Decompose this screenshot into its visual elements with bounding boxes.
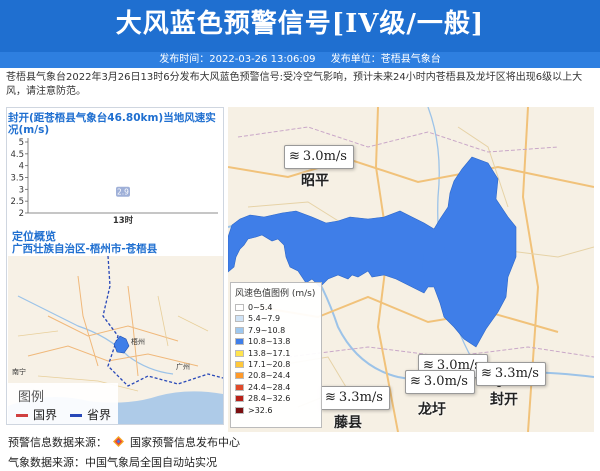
legend-range: 5.4~7.9 bbox=[248, 314, 281, 324]
legend-swatch bbox=[235, 406, 244, 414]
minimap-place-guangzhou: 广州 bbox=[176, 362, 190, 371]
y-tick-label: 4 bbox=[19, 162, 24, 172]
warning-source: 预警信息数据来源： 国家预警信息发布中心 bbox=[8, 434, 240, 450]
wind-reading-tengxian[interactable]: ≋ 3.3m/s bbox=[320, 386, 390, 410]
wind-reading-zhaoping[interactable]: ≋ 3.0m/s bbox=[284, 145, 354, 169]
wind-speed-data-label: 2.9 bbox=[117, 188, 129, 197]
wind-legend-item: 20.8~24.4 bbox=[235, 370, 317, 381]
wind-reading-fengkai[interactable]: ≋ 3.3m/s bbox=[476, 362, 546, 386]
overview-legend-title: 图例 bbox=[18, 390, 45, 405]
wind-chart-title: 封开(距苍梧县气象台46.80km)当地风速实况(m/s) bbox=[8, 112, 216, 136]
legend-swatch bbox=[235, 326, 244, 334]
y-tick-label: 2 bbox=[19, 209, 24, 219]
weather-source: 气象数据来源：中国气象局全国自动站实况 bbox=[8, 456, 217, 469]
legend-range: >32.6 bbox=[248, 405, 273, 415]
wind-legend-item: 0~5.4 bbox=[235, 302, 317, 313]
legend-swatch bbox=[235, 372, 244, 380]
wind-legend-item: 17.1~20.8 bbox=[235, 359, 317, 370]
legend-range: 24.4~28.4 bbox=[248, 382, 291, 392]
legend-range: 7.9~10.8 bbox=[248, 325, 286, 335]
warning-banner: 大风蓝色预警信号[IV级/一般] bbox=[0, 0, 600, 52]
wind-icon: ≋ bbox=[481, 366, 492, 381]
publish-time: 发布时间：2022-03-26 13:06:09 bbox=[159, 54, 316, 65]
wind-legend-item: 5.4~7.9 bbox=[235, 313, 317, 324]
province-border-label: 省界 bbox=[87, 408, 112, 422]
legend-swatch bbox=[235, 395, 244, 403]
legend-swatch bbox=[235, 349, 244, 357]
legend-range: 13.8~17.1 bbox=[248, 348, 291, 358]
wind-value-longxu: 3.0m/s bbox=[423, 374, 468, 389]
place-zhaoping: 昭平 bbox=[301, 173, 329, 189]
wind-legend-item: 24.4~28.4 bbox=[235, 382, 317, 393]
publisher: 发布单位：苍梧县气象台 bbox=[330, 54, 441, 65]
y-tick-label: 3.5 bbox=[10, 174, 24, 184]
location-path: 广西壮族自治区-梧州市-苍梧县 bbox=[12, 243, 158, 255]
y-tick-label: 3 bbox=[19, 185, 24, 195]
legend-swatch bbox=[235, 304, 244, 311]
legend-item-national-border: 国界 bbox=[16, 406, 57, 423]
wind-legend-item: 13.8~17.1 bbox=[235, 348, 317, 359]
wind-speed-legend: 风速色值图例 (m/s) 0~5.4 5.4~7.9 7.9~10.8 10.8… bbox=[230, 282, 322, 428]
overview-legend: 图例 国界 省界 bbox=[8, 383, 118, 424]
warning-title: 大风蓝色预警信号[IV级/一般] bbox=[115, 9, 485, 39]
wind-speed-chart: 2 2.5 33.5 4 4.5 5 2.9 13时 bbox=[10, 138, 218, 226]
y-tick-label: 4.5 bbox=[10, 150, 24, 160]
national-border-label: 国界 bbox=[33, 408, 58, 422]
legend-swatch bbox=[235, 338, 244, 346]
place-fengkai: 封开 bbox=[490, 392, 518, 408]
warning-source-name[interactable]: 国家预警信息发布中心 bbox=[130, 436, 240, 449]
wind-legend-item: 7.9~10.8 bbox=[235, 325, 317, 336]
wind-value-fengkai: 3.3m/s bbox=[494, 366, 539, 381]
x-tick-label: 13时 bbox=[113, 215, 134, 226]
legend-range: 10.8~13.8 bbox=[248, 337, 291, 347]
wind-icon: ≋ bbox=[289, 149, 300, 164]
wind-legend-item: 28.4~32.6 bbox=[235, 393, 317, 404]
legend-swatch bbox=[235, 315, 244, 323]
legend-swatch bbox=[235, 383, 244, 391]
warning-description: 苍梧县气象台2022年3月26日13时6分发布大风蓝色预警信号:受冷空气影响，预… bbox=[6, 72, 583, 97]
meta-bar: 发布时间：2022-03-26 13:06:09 发布单位：苍梧县气象台 bbox=[0, 52, 600, 68]
wind-value-zhaoping: 3.0m/s bbox=[302, 149, 347, 164]
wind-value-tengxian: 3.3m/s bbox=[338, 390, 383, 405]
wind-icon: ≋ bbox=[410, 374, 421, 389]
y-tick-label: 2.5 bbox=[10, 197, 24, 207]
wind-reading-longxu[interactable]: ≋ 3.0m/s bbox=[405, 370, 475, 394]
legend-range: 28.4~32.6 bbox=[248, 394, 291, 404]
warning-center-logo-icon bbox=[112, 436, 124, 447]
minimap-place-nanning: 南宁 bbox=[12, 367, 26, 376]
legend-swatch bbox=[235, 360, 244, 368]
minimap-place-wuzhou: 梧州 bbox=[131, 337, 145, 346]
place-tengxian: 藤县 bbox=[334, 415, 362, 431]
y-tick-label: 5 bbox=[19, 138, 24, 148]
wind-legend-title: 风速色值图例 (m/s) bbox=[235, 289, 316, 299]
wind-legend-item: >32.6 bbox=[235, 405, 317, 416]
legend-range: 20.8~24.4 bbox=[248, 371, 291, 381]
national-border-swatch bbox=[16, 414, 28, 417]
warning-source-label: 预警信息数据来源： bbox=[8, 436, 107, 449]
legend-item-province-border: 省界 bbox=[70, 406, 111, 423]
place-longxu: 龙圩 bbox=[418, 402, 446, 418]
wind-legend-item: 10.8~13.8 bbox=[235, 336, 317, 347]
wind-icon: ≋ bbox=[325, 390, 336, 405]
province-border-swatch bbox=[70, 414, 82, 417]
legend-range: 17.1~20.8 bbox=[248, 359, 291, 369]
legend-range: 0~5.4 bbox=[248, 303, 273, 312]
